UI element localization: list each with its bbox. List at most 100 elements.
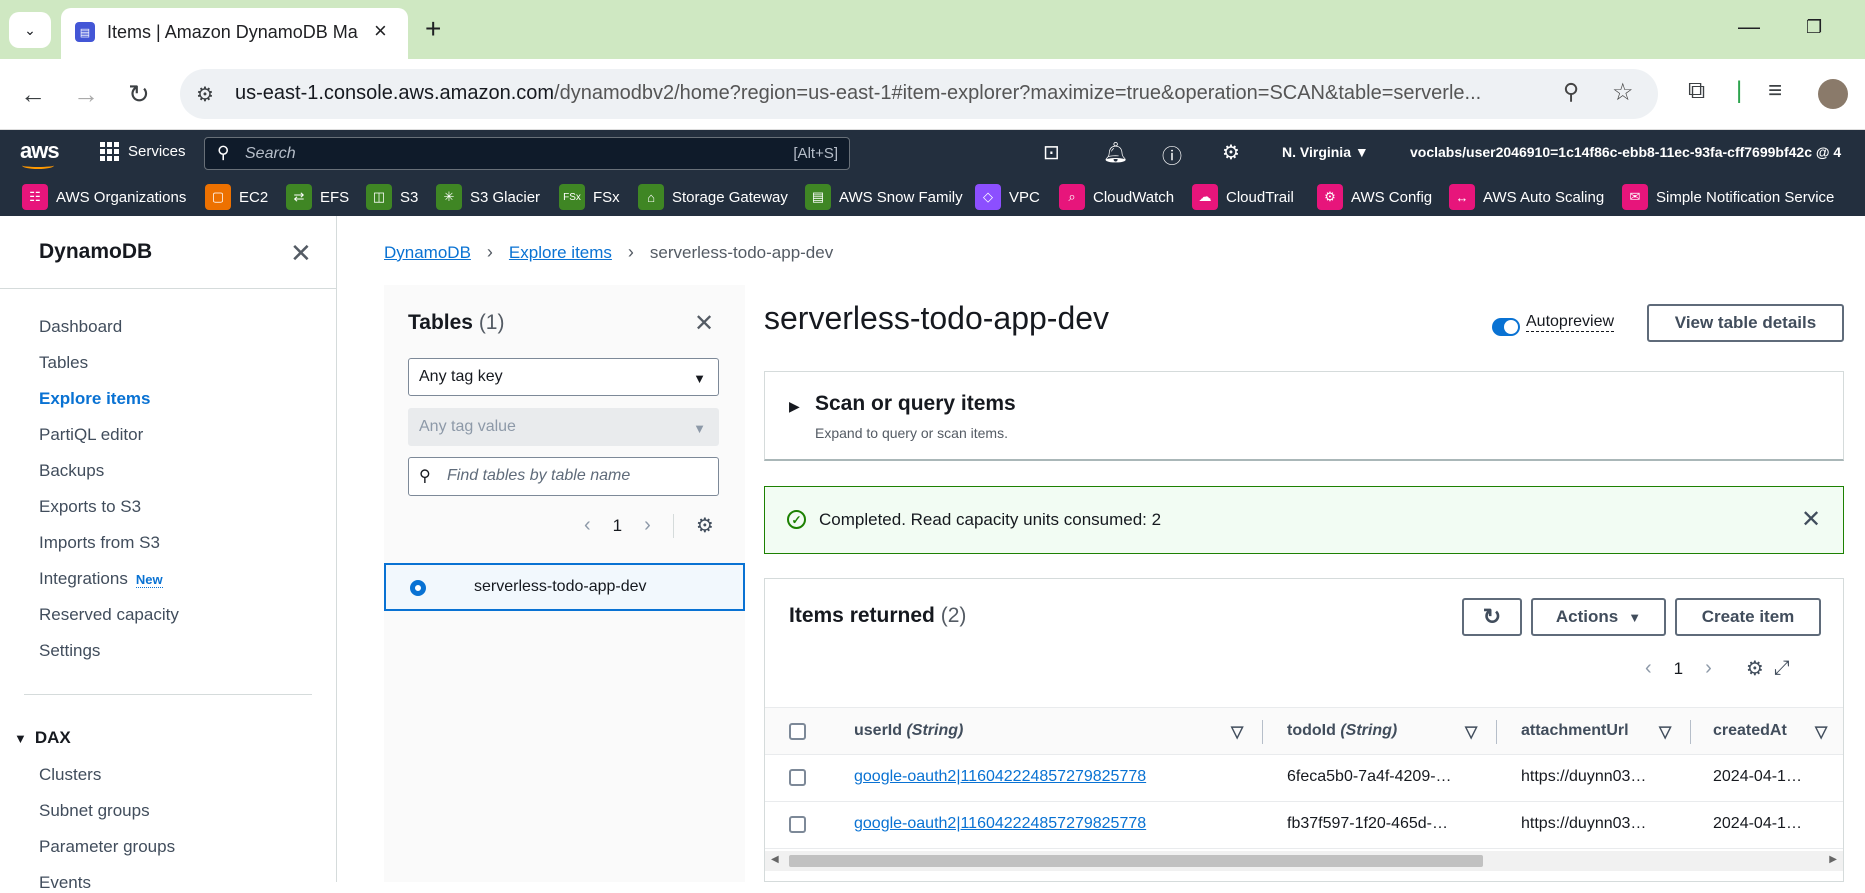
row-checkbox[interactable] (789, 769, 806, 786)
col-header-todoid[interactable]: todoId (String) (1287, 722, 1397, 740)
sidebar-item-reserved-capacity[interactable]: Reserved capacity (39, 605, 179, 625)
column-resizer[interactable] (1262, 720, 1263, 744)
preferences-gear-icon[interactable]: ⚙ (696, 513, 714, 538)
forward-icon[interactable]: → (73, 79, 99, 110)
sidebar-item-explore-items[interactable]: Explore items (39, 389, 151, 409)
sort-icon[interactable]: ▽ (1465, 722, 1477, 742)
aws-logo[interactable]: aws (20, 138, 60, 169)
dismiss-flash-icon[interactable]: ✕ (1801, 505, 1821, 534)
next-page-icon[interactable]: › (1705, 657, 1712, 680)
scan-query-section[interactable]: ▶ Scan or query items Expand to query or… (764, 371, 1844, 461)
favorite-s3-glacier[interactable]: ✳ S3 Glacier (436, 184, 540, 210)
sort-icon[interactable]: ▽ (1231, 722, 1243, 742)
scroll-left-icon[interactable]: ◀ (771, 854, 779, 865)
favorite-aws-auto-scaling[interactable]: ↔ AWS Auto Scaling (1449, 184, 1604, 210)
column-resizer[interactable] (1496, 720, 1497, 744)
sidebar-item-backups[interactable]: Backups (39, 461, 104, 481)
favorite-aws-config[interactable]: ⚙ AWS Config (1317, 184, 1432, 210)
sidebar-item-settings[interactable]: Settings (39, 641, 100, 661)
site-info-icon[interactable]: ⚙ (196, 82, 214, 107)
table-list-item[interactable]: serverless-todo-app-dev (384, 563, 745, 611)
col-header-createdat[interactable]: createdAt (1713, 722, 1787, 740)
sort-icon[interactable]: ▽ (1659, 722, 1671, 742)
column-resizer[interactable] (1690, 720, 1691, 744)
sidebar-item-partiql-editor[interactable]: PartiQL editor (39, 425, 143, 445)
actions-button[interactable]: Actions ▼ (1531, 598, 1666, 636)
find-tables-input[interactable]: ⚲ Find tables by table name (408, 457, 719, 496)
refresh-button[interactable]: ↻ (1462, 598, 1522, 636)
restore-icon[interactable]: ❐ (1806, 17, 1822, 38)
sidebar-item-subnet-groups[interactable]: Subnet groups (39, 801, 150, 821)
browser-tab[interactable]: ▤ Items | Amazon DynamoDB Ma × (61, 8, 408, 59)
page-number[interactable]: 1 (1674, 659, 1683, 679)
zoom-icon[interactable]: ⚲ (1563, 79, 1579, 105)
sidebar-item-parameter-groups[interactable]: Parameter groups (39, 837, 175, 857)
address-bar[interactable]: ⚙ us-east-1.console.aws.amazon.com/dynam… (180, 69, 1658, 119)
sidebar-item-tables[interactable]: Tables (39, 353, 88, 373)
breadcrumb-explore-items[interactable]: Explore items (509, 243, 612, 263)
favorite-cloudwatch[interactable]: ⌕ CloudWatch (1059, 184, 1174, 210)
aws-search-input[interactable]: ⚲ Search [Alt+S] (204, 137, 850, 170)
favorite-s3[interactable]: ◫ S3 (366, 184, 418, 210)
cell-userid-link[interactable]: google-oauth2|116042224857279825778 (854, 768, 1146, 786)
dax-section-toggle[interactable]: ▼ DAX (14, 728, 71, 748)
sidebar-item-imports-from-s3[interactable]: Imports from S3 (39, 533, 160, 553)
sidebar-item-events[interactable]: Events (39, 873, 91, 893)
reload-icon[interactable]: ↻ (128, 79, 150, 110)
sidebar-item-dashboard[interactable]: Dashboard (39, 317, 122, 337)
scrollbar-thumb[interactable] (789, 855, 1483, 867)
services-menu[interactable]: Services (100, 142, 186, 161)
profile-avatar[interactable] (1818, 79, 1848, 109)
next-page-icon[interactable]: › (644, 514, 651, 537)
radio-selected[interactable] (410, 580, 426, 596)
breadcrumb-dynamodb[interactable]: DynamoDB (384, 243, 471, 263)
fullscreen-icon[interactable]: ⤢ (1774, 657, 1790, 680)
notifications-bell-icon[interactable]: 🔔︎ (1103, 140, 1128, 165)
sidebar-item-integrations[interactable]: Integrations New (39, 569, 163, 589)
favorite-aws-organizations[interactable]: ☷ AWS Organizations (22, 184, 186, 210)
favorite-fsx[interactable]: FSx FSx (559, 184, 620, 210)
bookmark-star-icon[interactable]: ☆ (1612, 78, 1634, 107)
col-header-attachmenturl[interactable]: attachmentUrl (1521, 722, 1629, 740)
prev-page-icon[interactable]: ‹ (584, 514, 591, 537)
tag-value-select[interactable]: Any tag value ▼ (408, 408, 719, 446)
new-tab-icon[interactable]: + (425, 13, 441, 45)
prev-page-icon[interactable]: ‹ (1645, 657, 1652, 680)
page-number[interactable]: 1 (613, 516, 622, 536)
media-queue-icon[interactable]: ≡ (1768, 77, 1782, 105)
tag-key-select[interactable]: Any tag key ▼ (408, 358, 719, 396)
preferences-gear-icon[interactable]: ⚙ (1746, 656, 1764, 681)
autopreview-toggle[interactable] (1492, 318, 1520, 336)
close-tab-icon[interactable]: × (374, 18, 387, 44)
create-item-button[interactable]: Create item (1675, 598, 1821, 636)
close-sidebar-icon[interactable]: ✕ (290, 238, 312, 269)
scroll-right-icon[interactable]: ▶ (1829, 854, 1837, 865)
back-icon[interactable]: ← (20, 79, 46, 110)
col-header-userid[interactable]: userId (String) (854, 722, 963, 740)
favorite-simple-notification-service[interactable]: ✉ Simple Notification Service (1622, 184, 1834, 210)
extensions-icon[interactable]: ⧉ (1688, 77, 1705, 105)
help-icon[interactable]: ⓘ (1162, 140, 1182, 169)
tab-search-button[interactable]: ⌄ (9, 12, 51, 48)
sidebar-item-exports-to-s3[interactable]: Exports to S3 (39, 497, 141, 517)
favorite-vpc[interactable]: ◇ VPC (975, 184, 1040, 210)
cloudshell-icon[interactable]: ⊡ (1043, 140, 1060, 165)
row-checkbox[interactable] (789, 816, 806, 833)
account-menu[interactable]: voclabs/user2046910=1c14f86c-ebb8-11ec-9… (1410, 144, 1841, 160)
favorite-storage-gateway[interactable]: ⌂ Storage Gateway (638, 184, 788, 210)
favorite-efs[interactable]: ⇄ EFS (286, 184, 349, 210)
autopreview-label[interactable]: Autopreview (1526, 313, 1615, 332)
minimize-icon[interactable]: — (1738, 14, 1760, 40)
sidebar-item-clusters[interactable]: Clusters (39, 765, 101, 785)
close-tables-panel-icon[interactable]: ✕ (694, 309, 714, 338)
horizontal-scrollbar[interactable]: ◀ ▶ (765, 851, 1843, 871)
sort-icon[interactable]: ▽ (1815, 722, 1827, 742)
cell-userid-link[interactable]: google-oauth2|116042224857279825778 (854, 815, 1146, 833)
settings-gear-icon[interactable]: ⚙ (1222, 140, 1240, 165)
view-table-details-button[interactable]: View table details (1647, 304, 1844, 342)
favorite-ec2[interactable]: ▢ EC2 (205, 184, 268, 210)
favorite-cloudtrail[interactable]: ☁ CloudTrail (1192, 184, 1294, 210)
select-all-checkbox[interactable] (789, 723, 806, 740)
favorite-aws-snow-family[interactable]: ▤ AWS Snow Family (805, 184, 963, 210)
region-selector[interactable]: N. Virginia ▼ (1282, 144, 1369, 160)
